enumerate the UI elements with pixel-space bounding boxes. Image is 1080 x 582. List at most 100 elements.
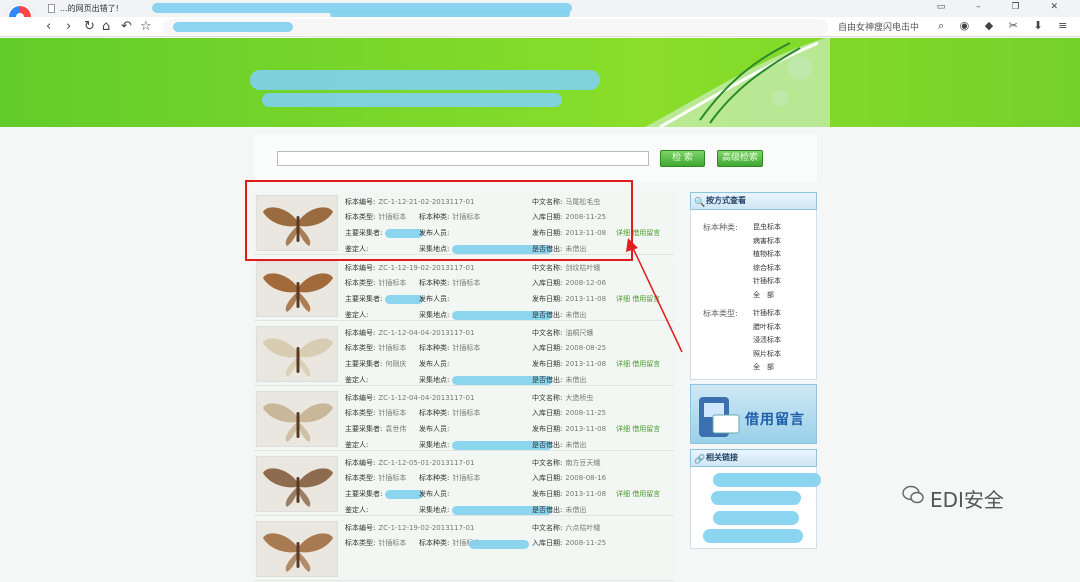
specimen-thumbnail[interactable] xyxy=(256,391,338,447)
toolbar-icons[interactable]: ⌕ ◉ ◆ ✂ ⬇ ≡ xyxy=(938,19,1073,33)
sidebar-type-link[interactable]: 浸渍标本 xyxy=(753,335,781,345)
blurred-site-title xyxy=(250,70,600,90)
reload-icon[interactable]: ↻ xyxy=(84,19,95,34)
publish-date-label: 发布日期: xyxy=(532,360,563,368)
browser-toolbar: ‹ › ↻ ⌂ ↶ ☆ 自由女神瘦闪电击中 ⌕ ◉ ◆ ✂ ⬇ ≡ xyxy=(0,17,1080,37)
collector-label: 主要采集者: xyxy=(345,425,383,433)
back-icon[interactable]: ‹ xyxy=(46,19,51,34)
in-date-label: 入库日期: xyxy=(532,474,563,482)
specimen-id-label: 标本编号: xyxy=(345,394,376,402)
publish-date-label: 发布日期: xyxy=(532,295,563,303)
specimen-kind: 标本种类: 针插标本 xyxy=(419,408,480,418)
publisher-label: 发布人员: xyxy=(419,425,450,433)
collection-place-label: 采集地点: xyxy=(419,311,450,319)
blurred-link[interactable] xyxy=(713,473,821,487)
specimen-kind: 标本种类: 针插标本 xyxy=(419,343,480,353)
tab-title[interactable]: ...的网页出错了! xyxy=(60,3,119,14)
sidebar-type-link[interactable]: 腊叶标本 xyxy=(753,322,781,332)
blurred-link[interactable] xyxy=(711,491,801,505)
specimen-type-label: 标本类型: xyxy=(345,474,376,482)
sidebar-type-link[interactable]: 针插标本 xyxy=(753,308,781,318)
borrow-status: 是否借出: 未借出 xyxy=(532,375,586,385)
specimen-kind: 标本种类: 针插标本 xyxy=(419,473,480,483)
sidebar-type-link[interactable]: 全 部 xyxy=(753,362,774,372)
collector: 主要采集者: xyxy=(345,489,424,499)
moth-icon xyxy=(263,338,333,377)
phone-card-icon xyxy=(699,397,740,437)
specimen-thumbnail[interactable] xyxy=(256,261,338,317)
specimen-kind-value: 针插标本 xyxy=(452,344,481,352)
chinese-name-label: 中文名称: xyxy=(532,394,563,402)
moth-icon xyxy=(263,403,333,442)
sidebar-kind-link[interactable]: 针插标本 xyxy=(753,276,781,286)
search-input[interactable] xyxy=(277,151,649,166)
advanced-search-button[interactable]: 高级检索 xyxy=(717,150,763,167)
sidebar-kind-link[interactable]: 植物标本 xyxy=(753,249,781,259)
home-icon[interactable]: ⌂ xyxy=(102,19,110,34)
chinese-name-value: 油桐尺蠖 xyxy=(565,329,594,337)
page-icon xyxy=(48,4,55,13)
publish-date: 发布日期: 2013-11-08 xyxy=(532,359,606,369)
in-date-value: 2008-11-25 xyxy=(565,409,607,417)
borrow-status-label: 是否借出: xyxy=(532,311,563,319)
borrow-message-banner[interactable]: 借用留言 xyxy=(690,384,817,444)
blurred-link[interactable] xyxy=(703,529,803,543)
collector-label: 主要采集者: xyxy=(345,295,383,303)
specimen-kind-label: 标本种类: xyxy=(419,474,450,482)
sidebar-type-link[interactable]: 照片标本 xyxy=(753,349,781,359)
specimen-kind-value: 针插标本 xyxy=(452,409,481,417)
publisher-label: 发布人员: xyxy=(419,490,450,498)
specimen-type-label: 标本类型: xyxy=(345,279,376,287)
moth-icon xyxy=(263,273,333,312)
forward-icon[interactable]: › xyxy=(66,19,71,34)
specimen-thumbnail[interactable] xyxy=(256,326,338,382)
identifier: 鉴定人: xyxy=(345,440,368,450)
publish-date-value: 2013-11-08 xyxy=(565,425,607,433)
window-controls[interactable]: ▭ – ❐ ✕ xyxy=(937,2,1072,12)
detail-link[interactable]: 详细 xyxy=(616,425,630,433)
browse-box: 标本种类: 昆虫标本 病害标本 植物标本 综合标本 针插标本全 部 标本类型: 针插标本… xyxy=(690,210,817,380)
detail-link[interactable]: 详细 xyxy=(616,490,630,498)
sidebar-kind-link[interactable]: 综合标本 xyxy=(753,263,781,273)
borrow-banner-text: 借用留言 xyxy=(745,412,805,428)
collection-place-label: 采集地点: xyxy=(419,376,450,384)
borrow-status: 是否借出: 未借出 xyxy=(532,505,586,515)
publish-date: 发布日期: 2013-11-08 xyxy=(532,294,606,304)
identifier: 鉴定人: xyxy=(345,310,368,320)
bookmark-star-icon[interactable]: ☆ xyxy=(140,19,152,34)
list-item: 标本编号: ZC-1-12-19-02-2013117-01 中文名称: 剑纹枯叶蛾标… xyxy=(254,258,674,321)
address-bar[interactable] xyxy=(163,19,828,35)
sidebar-kind-link[interactable]: 昆虫标本 xyxy=(753,222,781,232)
undo-icon[interactable]: ↶ xyxy=(121,19,132,34)
list-item: 标本编号: ZC-1-12-04-04-2013117-01 中文名称: 大造桥虫 标本… xyxy=(254,388,674,451)
specimen-thumbnail[interactable] xyxy=(256,521,338,577)
specimen-kind: 标本种类: 针插标本 xyxy=(419,278,480,288)
sidebar-kind-link[interactable]: 病害标本 xyxy=(753,236,781,246)
in-date-label: 入库日期: xyxy=(532,279,563,287)
links-title: 相关链接 xyxy=(706,453,738,462)
borrow-message-link[interactable]: 借用留言 xyxy=(630,490,660,498)
specimen-type-value: 针插标本 xyxy=(378,539,407,547)
news-ticker[interactable]: 自由女神瘦闪电击中 xyxy=(838,20,919,33)
borrow-message-link[interactable]: 借用留言 xyxy=(630,425,660,433)
specimen-kind-label: 标本种类: xyxy=(419,279,450,287)
specimen-id: 标本编号: ZC-1-12-05-01-2013117-01 xyxy=(345,458,474,468)
publish-date: 发布日期: 2013-11-08 xyxy=(532,424,606,434)
borrow-status-label: 是否借出: xyxy=(532,376,563,384)
borrow-status-value: 未借出 xyxy=(565,311,587,319)
specimen-thumbnail[interactable] xyxy=(256,456,338,512)
in-date-value: 2008-08-16 xyxy=(565,474,607,482)
search-button[interactable]: 检 索 xyxy=(660,150,705,167)
chinese-name-label: 中文名称: xyxy=(532,329,563,337)
specimen-id-value: ZC-1-12-04-04-2013117-01 xyxy=(378,329,475,337)
identifier-label: 鉴定人: xyxy=(345,311,369,319)
publisher: 发布人员: xyxy=(419,489,449,499)
borrow-status-value: 未借出 xyxy=(565,441,587,449)
specimen-kind-label: 标本种类: xyxy=(419,344,450,352)
list-item: 标本编号: ZC-1-12-04-04-2013117-01 中文名称: 油桐尺蠖 标本… xyxy=(254,323,674,386)
blurred-link[interactable] xyxy=(713,511,799,525)
sidebar: 🔍 按方式查看 标本种类: 昆虫标本 病害标本 植物标本 综合标本 针插标本全 部 标本… xyxy=(690,192,821,549)
sidebar-kind-link[interactable]: 全 部 xyxy=(753,290,774,300)
specimen-id-value: ZC-1-12-05-01-2013117-01 xyxy=(378,459,475,467)
collection-place-label: 采集地点: xyxy=(419,506,450,514)
